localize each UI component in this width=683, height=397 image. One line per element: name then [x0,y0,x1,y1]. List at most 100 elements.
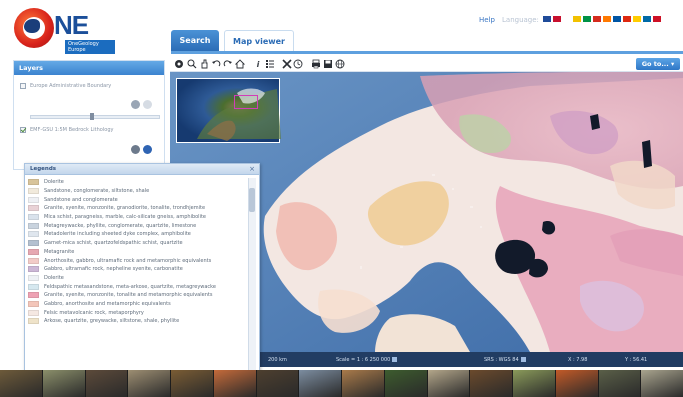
legend-item-label: Felsic metavolcanic rock, metaporphyry [44,309,144,316]
photo-strip [0,370,683,397]
language-flag-icon[interactable] [633,16,641,22]
pan-icon[interactable] [199,59,209,69]
photo-thumbnail[interactable] [342,370,384,397]
tab-map-viewer[interactable]: Map viewer [224,30,294,52]
onegeology-logo[interactable]: NE OneGeology Europe [10,6,115,54]
info-icon[interactable]: i [253,59,263,69]
close-icon[interactable]: × [248,165,256,173]
legend-swatch [28,240,39,247]
legend-item-label: Sandstone, conglomerate, siltstone, shal… [44,188,150,195]
tab-underline [171,51,683,54]
globe-icon[interactable] [335,59,345,69]
layer-settings-icon[interactable] [131,100,140,109]
legend-swatch [28,318,39,325]
select-icon[interactable] [174,59,184,69]
legend-swatch [28,231,39,238]
legend-item-label: Mica schist, paragneiss, marble, calc-si… [44,214,207,221]
srs-text: SRS : WGS 84 [484,357,519,363]
legend-icon[interactable] [265,59,275,69]
layer-row-lithology: EMF-GSU 1:5M Bedrock Lithology [20,127,113,133]
language-flag-icon[interactable] [653,16,661,22]
photo-thumbnail[interactable] [299,370,341,397]
photo-thumbnail[interactable] [42,370,85,397]
legend-title: Legends [25,164,259,175]
legend-item-label: Metagreywacke, phyllite, conglomerate, q… [44,222,197,229]
layer-info-icon[interactable] [143,100,152,109]
language-flag-icon[interactable] [613,16,621,22]
legend-item: Dolerite [28,274,248,283]
tab-search[interactable]: Search [171,30,219,52]
language-flag-icon[interactable] [623,16,631,22]
scale-bar-label: 200 km [268,357,287,363]
legend-item-label: Granite, syenite, monzonite, tonalite an… [44,292,213,299]
photo-thumbnail[interactable] [641,370,683,397]
language-flag-icon[interactable] [563,16,571,22]
home-icon[interactable] [235,59,245,69]
language-flag-icon[interactable] [553,16,561,22]
language-flag-icon[interactable] [593,16,601,22]
scale-dropdown-icon[interactable] [392,357,398,362]
photo-thumbnail[interactable] [513,370,555,397]
help-link[interactable]: Help [479,16,495,24]
legend-item: Garnet-mica schist, quartzofeldspathic s… [28,239,248,248]
legend-item-label: Dolerite [44,179,64,186]
zoom-in-icon[interactable] [187,59,197,69]
photo-thumbnail[interactable] [555,370,598,397]
photo-thumbnail[interactable] [85,370,128,397]
photo-thumbnail[interactable] [470,370,512,397]
photo-thumbnail[interactable] [427,370,470,397]
legend-item-label: Anorthosite, gabbro, ultramafic rock and… [44,257,212,264]
language-flag-icon[interactable] [643,16,651,22]
legend-item: Gabbro, ultramafic rock, nepheline syeni… [28,265,248,274]
srs-dropdown-icon[interactable] [520,357,526,362]
opacity-slider-handle[interactable] [90,113,94,120]
legend-item: Metagranite [28,248,248,257]
layer-info-icon[interactable] [143,145,152,154]
layer-checkbox[interactable] [20,127,26,133]
photo-thumbnail[interactable] [213,370,256,397]
legend-item-label: Feldspathic metasandstone, meta-arkose, … [44,283,216,290]
legend-swatch [28,179,39,186]
layer-checkbox[interactable] [20,83,26,89]
logo-text: NE [54,10,89,40]
photo-thumbnail[interactable] [384,370,427,397]
legend-swatch [28,214,39,221]
legend-swatch [28,205,39,212]
legend-item-label: Dolerite [44,274,64,281]
photo-thumbnail[interactable] [598,370,641,397]
scale-text: Scale = 1 : 6 250 000 [336,357,391,363]
legend-swatch [28,248,39,255]
photo-thumbnail[interactable] [0,370,42,397]
legend-swatch [28,283,39,290]
tools-icon[interactable] [282,59,292,69]
map-toolbar: i Go to... ▾ [170,56,683,72]
language-flag-icon[interactable] [583,16,591,22]
language-flag-icon[interactable] [543,16,551,22]
layer-settings-icon[interactable] [131,145,140,154]
x-coordinate: X : 7.98 [568,357,588,363]
opacity-slider[interactable] [30,115,160,119]
photo-thumbnail[interactable] [256,370,299,397]
legend-item: Arkose, quartzite, greywacke, siltstone,… [28,317,248,326]
language-flag-icon[interactable] [603,16,611,22]
legend-item: Sandstone, conglomerate, siltstone, shal… [28,187,248,196]
language-flag-icon[interactable] [573,16,581,22]
language-flags [543,16,661,22]
legend-item: Feldspathic metasandstone, meta-arkose, … [28,282,248,291]
redo-icon[interactable] [223,59,233,69]
layer-label: Europe Administrative Boundary [30,83,112,89]
legend-swatch [28,292,39,299]
legend-scrollbar-thumb[interactable] [249,188,255,212]
legend-item-label: Gabbro, ultramafic rock, nepheline syeni… [44,266,183,273]
undo-icon[interactable] [211,59,221,69]
legend-item-label: Arkose, quartzite, greywacke, siltstone,… [44,318,180,325]
photo-thumbnail[interactable] [128,370,170,397]
print-icon[interactable] [311,59,321,69]
overview-map[interactable] [176,78,281,143]
scale-readout: Scale = 1 : 6 250 000 [336,357,398,363]
photo-thumbnail[interactable] [171,370,213,397]
clock-icon[interactable] [293,59,303,69]
overview-viewport-box[interactable] [234,95,258,109]
goto-button[interactable]: Go to... ▾ [636,58,680,70]
save-icon[interactable] [323,59,333,69]
